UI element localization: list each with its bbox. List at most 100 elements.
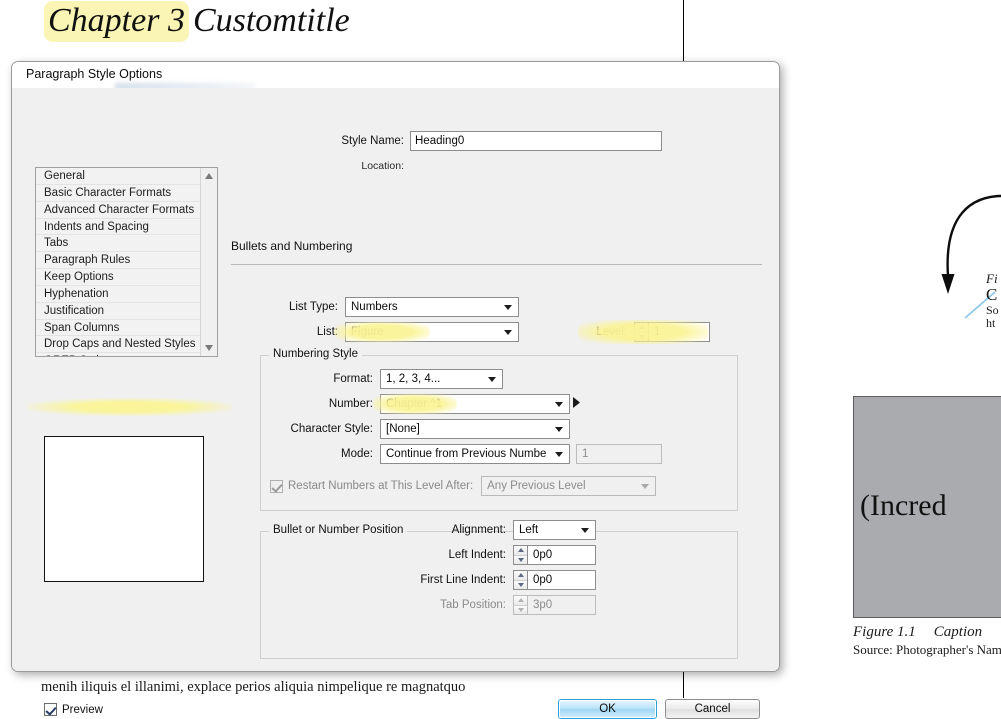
scroll-up-arrow-icon[interactable] bbox=[201, 168, 217, 184]
preview-row[interactable]: Preview bbox=[44, 703, 103, 716]
location-label: Location: bbox=[361, 160, 404, 172]
category-list-panel[interactable]: General Basic Character Formats Advanced C… bbox=[35, 167, 218, 357]
location-row: Location: bbox=[234, 160, 410, 172]
callout-line-1: Fi bbox=[986, 271, 998, 286]
level-input[interactable]: 1 bbox=[648, 322, 710, 342]
level-spinner-up[interactable] bbox=[635, 323, 648, 332]
restart-after-value: Any Previous Level bbox=[487, 480, 586, 492]
chevron-down-icon bbox=[641, 484, 650, 489]
tab-position-value: 3p0 bbox=[533, 599, 553, 611]
tab-position-label: Tab Position: bbox=[440, 599, 506, 611]
chapter-title-text: Customtitle bbox=[192, 2, 350, 39]
list-row: List: Figure bbox=[270, 322, 519, 342]
left-indent-spinner[interactable] bbox=[513, 545, 527, 565]
category-item[interactable]: General bbox=[36, 168, 200, 185]
chevron-down-icon bbox=[555, 452, 563, 457]
mode-value: Continue from Previous Numbe bbox=[386, 448, 547, 460]
category-item[interactable]: Drop Caps and Nested Styles bbox=[36, 336, 200, 354]
paragraph-style-options-dialog: Paragraph Style Options General Basic Cha… bbox=[11, 61, 780, 719]
style-name-label: Style Name: bbox=[341, 135, 404, 147]
figure-image-placeholder: (Incred bbox=[853, 396, 1001, 618]
list-combo[interactable]: Figure bbox=[345, 322, 519, 342]
mode-start-input: 1 bbox=[576, 444, 662, 464]
category-item[interactable]: GREP Style bbox=[36, 353, 200, 356]
category-item[interactable]: Justification bbox=[36, 303, 200, 320]
chevron-down-icon bbox=[581, 528, 589, 533]
triangle-right-icon bbox=[572, 396, 580, 408]
tab-position-spinner bbox=[513, 595, 527, 615]
left-indent-value: 0p0 bbox=[533, 549, 553, 561]
figure-caption-number: Figure 1.1 bbox=[853, 624, 916, 640]
list-type-row: List Type: Numbers bbox=[270, 297, 519, 317]
character-style-row: Character Style: [None] bbox=[273, 419, 570, 439]
number-combo[interactable]: Chapter ^1 bbox=[380, 394, 570, 414]
dialog-titlebar[interactable]: Paragraph Style Options bbox=[12, 62, 779, 90]
figure-source-text: Source: Photographer's Nam bbox=[853, 642, 1001, 657]
category-item[interactable]: Indents and Spacing bbox=[36, 219, 200, 236]
level-spinner[interactable] bbox=[634, 322, 648, 342]
level-spinner-down[interactable] bbox=[635, 331, 648, 341]
category-item[interactable]: Paragraph Rules bbox=[36, 252, 200, 270]
tab-position-row: Tab Position: 3p0 bbox=[392, 595, 596, 615]
number-expand-button[interactable] bbox=[570, 395, 582, 409]
first-line-indent-spinner[interactable] bbox=[513, 570, 527, 590]
mode-start-value: 1 bbox=[582, 448, 589, 460]
number-label: Number: bbox=[328, 398, 373, 410]
category-list-scrollbar[interactable] bbox=[200, 168, 217, 356]
category-list[interactable]: General Basic Character Formats Advanced C… bbox=[36, 168, 200, 356]
list-type-value: Numbers bbox=[351, 301, 398, 313]
figure-caption-text: Caption bbox=[933, 624, 983, 640]
ok-button[interactable]: OK bbox=[558, 699, 657, 719]
format-value: 1, 2, 3, 4... bbox=[386, 373, 441, 385]
first-line-indent-input[interactable]: 0p0 bbox=[527, 570, 596, 590]
chevron-down-icon bbox=[555, 402, 563, 407]
bullet-position-group-title: Bullet or Number Position bbox=[269, 524, 408, 536]
left-indent-spinner-down[interactable] bbox=[514, 554, 527, 564]
cancel-button[interactable]: Cancel bbox=[665, 699, 760, 719]
alignment-label: Alignment: bbox=[451, 524, 506, 536]
figure-placeholder-text: (Incred bbox=[860, 489, 947, 522]
chevron-down-icon bbox=[555, 427, 563, 432]
number-row: Number: Chapter ^1 bbox=[273, 394, 570, 414]
chapter-title: Chapter 3 Customtitle bbox=[44, 1, 350, 42]
mode-label: Mode: bbox=[341, 448, 373, 460]
restart-numbers-label: Restart Numbers at This Level After: bbox=[288, 480, 474, 492]
character-style-combo[interactable]: [None] bbox=[380, 419, 570, 439]
body-paragraph-text: menih iliquis el illanimi, explace perio… bbox=[41, 679, 466, 695]
left-indent-label: Left Indent: bbox=[448, 549, 506, 561]
mode-row: Mode: Continue from Previous Numbe 1 bbox=[273, 444, 662, 464]
first-line-indent-spinner-up[interactable] bbox=[514, 571, 527, 580]
selected-category-highlight-glow bbox=[27, 398, 232, 416]
numbering-style-group-title: Numbering Style bbox=[269, 348, 363, 360]
preview-label: Preview bbox=[62, 703, 103, 716]
character-style-label: Character Style: bbox=[290, 423, 373, 435]
figure-caption: Figure 1.1 Caption bbox=[853, 624, 1001, 641]
category-item[interactable]: Basic Character Formats bbox=[36, 185, 200, 202]
dialog-body: General Basic Character Formats Advanced C… bbox=[12, 88, 779, 719]
level-row: Level: 1 bbox=[583, 322, 710, 342]
preview-checkbox[interactable] bbox=[44, 703, 57, 716]
chevron-down-icon bbox=[504, 305, 512, 310]
first-line-indent-spinner-down[interactable] bbox=[514, 579, 527, 589]
restart-after-combo: Any Previous Level bbox=[481, 476, 657, 496]
alignment-row: Alignment: Left bbox=[392, 520, 596, 540]
chevron-down-icon bbox=[488, 377, 496, 382]
format-label: Format: bbox=[333, 373, 373, 385]
alignment-combo[interactable]: Left bbox=[513, 520, 596, 540]
category-item[interactable]: Hyphenation bbox=[36, 286, 200, 303]
list-type-label: List Type: bbox=[288, 301, 338, 313]
category-item[interactable]: Tabs bbox=[36, 235, 200, 253]
panel-heading-divider bbox=[231, 264, 762, 265]
style-name-input[interactable] bbox=[410, 131, 662, 151]
left-indent-spinner-up[interactable] bbox=[514, 546, 527, 555]
list-type-combo[interactable]: Numbers bbox=[345, 297, 519, 317]
format-combo[interactable]: 1, 2, 3, 4... bbox=[380, 369, 503, 389]
category-item[interactable]: Span Columns bbox=[36, 320, 200, 337]
category-item[interactable]: Advanced Character Formats bbox=[36, 202, 200, 219]
left-indent-input[interactable]: 0p0 bbox=[527, 545, 596, 565]
scroll-down-arrow-icon[interactable] bbox=[201, 340, 217, 356]
mode-combo[interactable]: Continue from Previous Numbe bbox=[380, 444, 570, 464]
chevron-down-icon bbox=[504, 330, 512, 335]
first-line-indent-row: First Line Indent: 0p0 bbox=[392, 570, 596, 590]
category-item[interactable]: Keep Options bbox=[36, 269, 200, 286]
